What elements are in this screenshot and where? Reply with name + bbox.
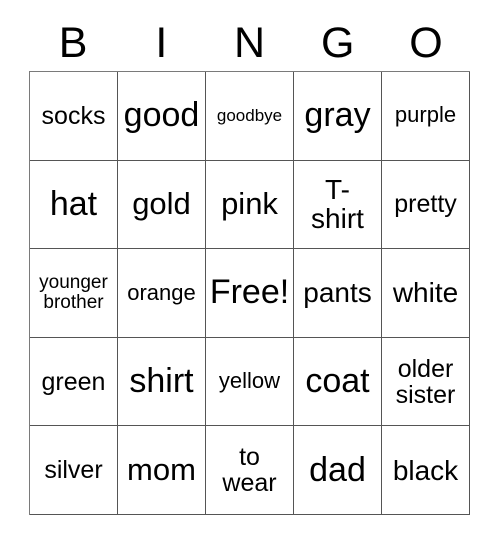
bingo-cell-label: goodbye <box>216 105 283 125</box>
bingo-cell[interactable]: socks <box>30 72 118 161</box>
bingo-cell-label: pretty <box>394 190 457 219</box>
bingo-cell-label: younger brother <box>39 272 108 313</box>
bingo-cell[interactable]: yellow <box>206 337 294 427</box>
bingo-cell[interactable]: younger brother <box>30 249 118 338</box>
bingo-cell[interactable]: orange <box>118 249 206 338</box>
bingo-cell[interactable]: dad <box>294 426 382 515</box>
bingo-cell[interactable]: shirt <box>118 337 206 427</box>
bingo-cell-label: gray <box>304 96 371 135</box>
bingo-header-letter-o: O <box>409 19 443 67</box>
bingo-cell[interactable]: white <box>382 249 470 338</box>
bingo-cell-label: shirt <box>129 361 194 400</box>
bingo-cell-label: orange <box>127 279 196 305</box>
bingo-cell-label: T- shirt <box>311 174 364 235</box>
bingo-cell[interactable]: good <box>118 72 206 161</box>
bingo-cell[interactable]: coat <box>294 337 382 427</box>
bingo-cell[interactable]: mom <box>118 426 206 515</box>
bingo-cell-label: hat <box>49 184 98 223</box>
bingo-cell-label: to wear <box>222 443 277 498</box>
bingo-cell-free[interactable]: Free! <box>206 249 294 338</box>
bingo-cell-label: pink <box>221 186 278 222</box>
bingo-cell-label: good <box>123 96 200 135</box>
bingo-cell[interactable]: purple <box>382 72 470 161</box>
bingo-cell-label: purple <box>394 102 457 128</box>
bingo-cell[interactable]: to wear <box>206 426 294 515</box>
bingo-header-letter-b: B <box>58 19 88 67</box>
bingo-header-letter-g: G <box>320 19 355 67</box>
bingo-cell[interactable]: black <box>382 426 470 515</box>
bingo-cell[interactable]: gray <box>294 72 382 161</box>
bingo-cell[interactable]: pants <box>294 249 382 338</box>
bingo-header-letter-n: N <box>233 19 266 67</box>
bingo-header-letter-i: I <box>155 19 168 67</box>
bingo-cell-label: green <box>41 367 106 396</box>
bingo-cell-label: black <box>392 454 459 486</box>
bingo-cell-label: silver <box>44 456 103 485</box>
bingo-cell[interactable]: green <box>30 337 118 427</box>
bingo-cell-label: white <box>392 277 459 309</box>
bingo-grid: socks good goodbye gray purple hat gold … <box>29 71 470 515</box>
bingo-cell[interactable]: pink <box>206 160 294 250</box>
bingo-cell[interactable]: goodbye <box>206 72 294 161</box>
bingo-cell-label: pants <box>303 277 372 309</box>
bingo-cell-label: gold <box>132 186 191 222</box>
bingo-cell[interactable]: T- shirt <box>294 160 382 250</box>
bingo-cell-label: older sister <box>395 354 456 409</box>
bingo-cell-label: socks <box>41 101 106 130</box>
bingo-cell[interactable]: silver <box>30 426 118 515</box>
bingo-cell-label: mom <box>127 452 196 488</box>
bingo-cell-label: Free! <box>209 273 290 312</box>
bingo-cell-label: dad <box>309 450 366 489</box>
bingo-cell[interactable]: pretty <box>382 160 470 250</box>
bingo-header-row: B I N G O <box>29 16 470 71</box>
bingo-cell[interactable]: older sister <box>382 337 470 427</box>
bingo-card: B I N G O socks good goodbye gray purple… <box>0 0 500 544</box>
bingo-cell[interactable]: hat <box>30 160 118 250</box>
bingo-cell[interactable]: gold <box>118 160 206 250</box>
bingo-cell-label: coat <box>305 361 370 400</box>
bingo-cell-label: yellow <box>218 368 281 394</box>
